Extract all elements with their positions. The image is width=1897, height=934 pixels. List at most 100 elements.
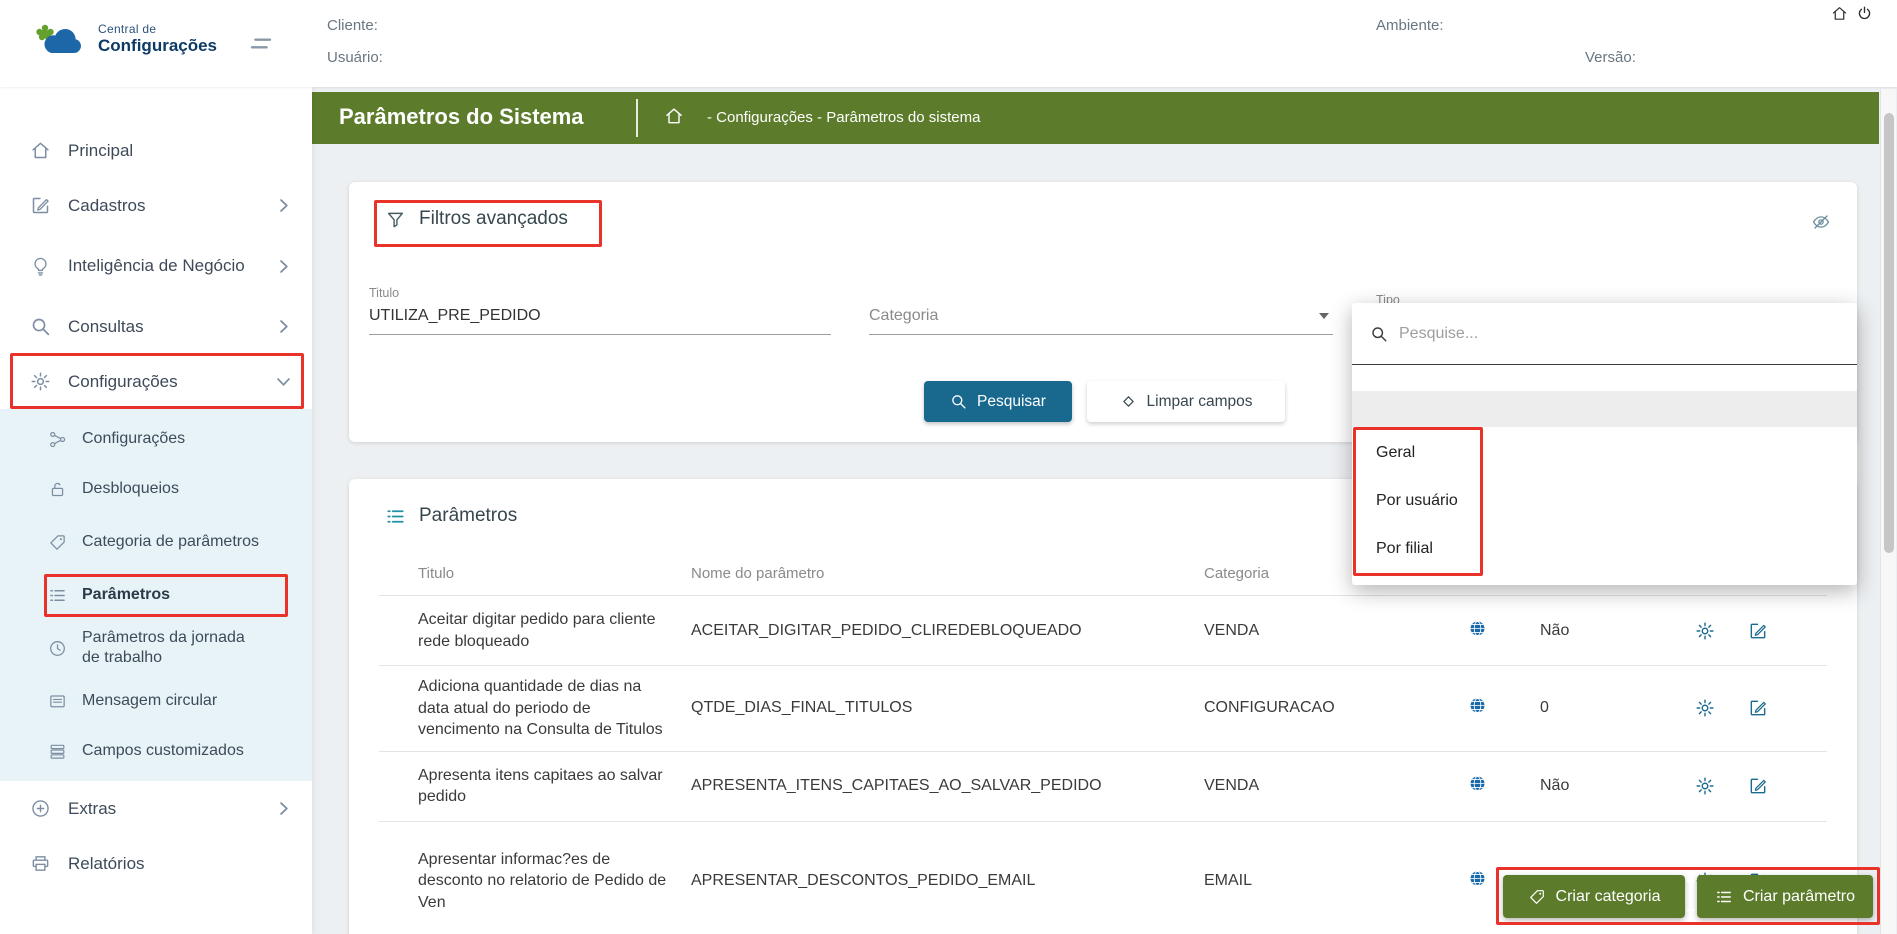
table-row: Aceitar digitar pedido para cliente rede… <box>379 595 1827 665</box>
cell-valor: Não <box>1540 777 1570 795</box>
sidebar-item-label: Configurações <box>68 371 178 391</box>
lightbulb-icon <box>30 256 51 277</box>
home-icon[interactable] <box>1831 5 1848 22</box>
breadcrumb: - Configurações - Parâmetros do sistema <box>707 109 981 126</box>
dropdown-options: Geral Por usuário Por filial <box>1352 429 1857 573</box>
menu-toggle-button[interactable] <box>243 30 279 57</box>
sidebar-subitem-mensagem-circular[interactable]: Mensagem circular <box>0 676 312 726</box>
sidebar-subitem-configuracoes[interactable]: Configurações <box>0 414 312 464</box>
filters-card-header[interactable]: Filtros avançados <box>385 208 568 230</box>
row-gear-icon[interactable] <box>1695 698 1715 718</box>
sidebar-subitem-desbloqueios[interactable]: Desbloqueios <box>0 464 312 514</box>
titulo-input[interactable] <box>369 303 831 335</box>
title-separator <box>636 99 638 137</box>
hamburger-icon <box>243 30 279 57</box>
row-edit-icon[interactable] <box>1748 621 1768 641</box>
chevron-right-icon <box>273 256 294 277</box>
sidebar-subitem-label: Configurações <box>82 430 186 447</box>
parametros-card-header: Parâmetros <box>385 505 517 527</box>
row-gear-icon[interactable] <box>1695 621 1715 641</box>
sidebar-item-relatorios[interactable]: Relatórios <box>0 836 312 891</box>
sidebar-item-consultas[interactable]: Consultas <box>0 299 312 354</box>
table-row: Apresenta itens capitaes ao salvar pedid… <box>379 750 1827 821</box>
sidebar-submenu-configuracoes: Configurações Desbloqueios Categoria de … <box>0 409 312 781</box>
diamond-eraser-icon <box>1120 393 1137 410</box>
message-card-icon <box>48 692 67 711</box>
top-right-icons <box>1831 5 1873 22</box>
usuario-label: Usuário: <box>327 49 383 66</box>
sidebar-subitem-label: Parâmetros da jornada de trabalho <box>82 629 245 666</box>
parametros-title: Parâmetros <box>419 505 518 526</box>
sidebar: Principal Cadastros Inteligência de Negó… <box>0 87 312 934</box>
cell-nome: QTDE_DIAS_FINAL_TITULOS <box>691 699 913 717</box>
dropdown-arrow-icon <box>1319 313 1329 319</box>
search-icon <box>30 316 51 337</box>
sidebar-item-label: Consultas <box>68 316 144 336</box>
cell-acoes <box>1695 621 1827 641</box>
sidebar-subitem-parametros[interactable]: Parâmetros <box>0 570 312 620</box>
cell-titulo: Apresentar informac?es de desconto no re… <box>418 850 667 912</box>
table-row: Adiciona quantidade de dias na data atua… <box>379 665 1827 751</box>
search-icon <box>1370 325 1388 343</box>
sidebar-subitem-label: Categoria de parâmetros <box>82 533 259 550</box>
criar-categoria-button[interactable]: Criar categoria <box>1503 875 1685 918</box>
sidebar-item-inteligencia[interactable]: Inteligência de Negócio <box>0 233 312 299</box>
screen: Central de Configurações Cliente: Usuári… <box>0 0 1897 934</box>
sidebar-item-configuracoes[interactable]: Configurações <box>0 354 312 409</box>
cell-titulo: Aceitar digitar pedido para cliente rede… <box>418 610 656 650</box>
chevron-right-icon <box>273 316 294 337</box>
cell-categoria: EMAIL <box>1204 872 1253 890</box>
sidebar-subitem-parametros-jornada[interactable]: Parâmetros da jornada de trabalho <box>0 620 312 676</box>
sidebar-subitem-categoria-de-parametros[interactable]: Categoria de parâmetros <box>0 514 312 570</box>
cell-tipo <box>1468 696 1540 720</box>
sidebar-subitem-label: Desbloqueios <box>82 480 179 497</box>
cell-valor: 0 <box>1540 699 1549 717</box>
page-header-bar: Parâmetros do Sistema - Configurações - … <box>312 92 1879 144</box>
pencil-square-icon <box>30 195 51 216</box>
criar-parametro-button[interactable]: Criar parâmetro <box>1697 875 1873 918</box>
dropdown-search-input[interactable] <box>1399 324 1839 343</box>
top-header: Central de Configurações Cliente: Usuári… <box>0 0 1897 87</box>
breadcrumb-home-icon[interactable] <box>664 106 684 126</box>
app-logo[interactable]: Central de Configurações <box>34 20 217 58</box>
list-icon <box>48 586 67 605</box>
limpar-campos-button[interactable]: Limpar campos <box>1087 381 1285 422</box>
sidebar-subitem-campos-customizados[interactable]: Campos customizados <box>0 726 312 776</box>
pesquisar-button[interactable]: Pesquisar <box>924 381 1072 422</box>
cell-categoria: CONFIGURACAO <box>1204 699 1335 717</box>
titulo-field: Titulo <box>369 286 831 335</box>
chevron-down-icon <box>273 371 294 392</box>
page-title: Parâmetros do Sistema <box>339 104 584 129</box>
dropdown-option-por-usuario[interactable]: Por usuário <box>1352 477 1857 525</box>
categoria-field: Categoria <box>869 286 1333 335</box>
cell-titulo: Apresenta itens capitaes ao salvar pedid… <box>418 766 663 806</box>
categoria-select[interactable]: Categoria <box>869 303 1333 335</box>
criar-parametro-label: Criar parâmetro <box>1742 887 1856 905</box>
stacked-bars-icon <box>48 742 67 761</box>
row-edit-icon[interactable] <box>1748 698 1768 718</box>
categoria-field-spacer <box>869 286 1333 303</box>
logo-text: Central de Configurações <box>98 22 217 56</box>
dropdown-option-por-filial[interactable]: Por filial <box>1352 525 1857 573</box>
tag-icon <box>48 533 67 552</box>
versao-label: Versão: <box>1585 49 1636 66</box>
padlock-open-icon <box>48 480 67 499</box>
eye-off-icon[interactable] <box>1811 212 1831 232</box>
sidebar-item-principal[interactable]: Principal <box>0 123 312 178</box>
cell-tipo <box>1468 619 1540 643</box>
sidebar-item-extras[interactable]: Extras <box>0 781 312 836</box>
row-gear-icon[interactable] <box>1695 776 1715 796</box>
filters-title: Filtros avançados <box>419 208 568 229</box>
logout-icon[interactable] <box>1856 5 1873 22</box>
logo-line1: Central de <box>98 22 157 36</box>
sidebar-item-cadastros[interactable]: Cadastros <box>0 178 312 233</box>
sidebar-subitem-label: Mensagem circular <box>82 692 218 709</box>
pesquisar-button-label: Pesquisar <box>977 392 1046 410</box>
cell-nome: ACEITAR_DIGITAR_PEDIDO_CLIREDEBLOQUEADO <box>691 621 1082 639</box>
plus-circle-icon <box>30 798 51 819</box>
page-scrollbar-thumb[interactable] <box>1883 113 1894 553</box>
row-edit-icon[interactable] <box>1748 776 1768 796</box>
page-scrollbar-track[interactable] <box>1880 89 1896 934</box>
dropdown-option-geral[interactable]: Geral <box>1352 429 1857 477</box>
dropdown-blank-option[interactable] <box>1352 391 1857 427</box>
